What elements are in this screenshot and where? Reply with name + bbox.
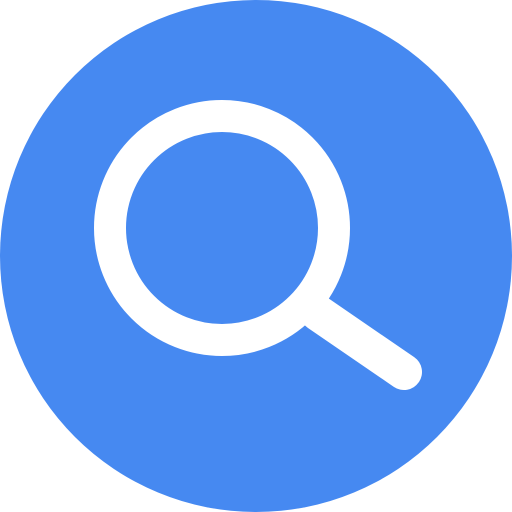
magnifier-handle [300, 295, 422, 390]
search-button[interactable] [0, 0, 512, 512]
search-icon [94, 100, 422, 390]
canvas [0, 0, 512, 512]
magnifier-lens [94, 100, 350, 356]
